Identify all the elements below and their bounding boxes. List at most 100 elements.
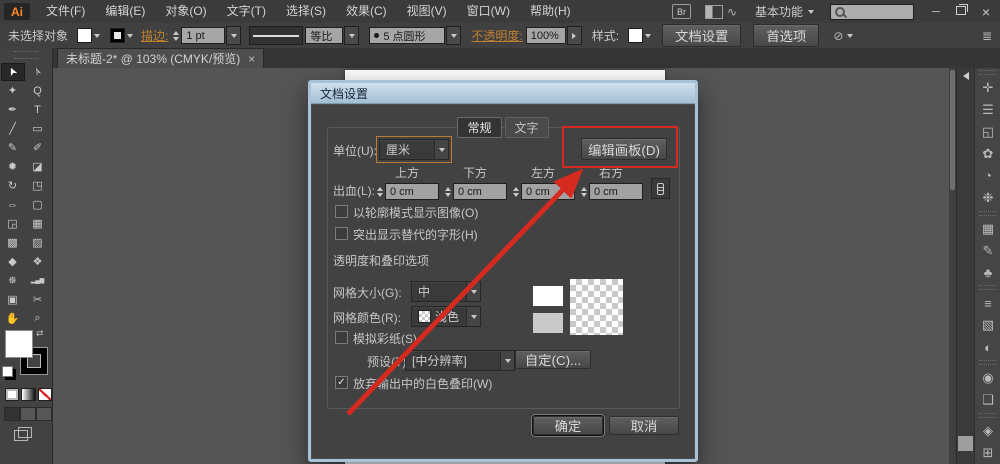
- tools-panel-grip[interactable]: [14, 51, 38, 59]
- fill-color-control[interactable]: [77, 28, 100, 43]
- artboard-tool[interactable]: ▣: [1, 291, 25, 309]
- eraser-tool[interactable]: ◪: [26, 158, 50, 176]
- shape-builder-tool[interactable]: ◲: [1, 215, 25, 233]
- eyedropper-tool[interactable]: ◆: [1, 253, 25, 271]
- ok-button[interactable]: 确定: [533, 416, 603, 435]
- lasso-tool[interactable]: Q: [26, 82, 50, 100]
- stroke-weight-dropdown[interactable]: [226, 26, 241, 45]
- vertical-scrollbar[interactable]: [949, 68, 956, 464]
- menubar-menu-7[interactable]: 窗口(W): [457, 0, 520, 23]
- bleed-bottom-input[interactable]: 0 cm: [453, 183, 507, 200]
- blend-tool[interactable]: ❖: [26, 253, 50, 271]
- symbols-panel-icon[interactable]: ♣: [976, 261, 1000, 283]
- hand-tool[interactable]: ✋: [1, 310, 25, 328]
- artboards-panel-icon[interactable]: ⊞: [976, 442, 1000, 464]
- opacity-dropdown[interactable]: [567, 26, 582, 45]
- discard-white-overprint-checkbox[interactable]: ✓: [335, 376, 348, 389]
- default-fill-stroke-icon[interactable]: [2, 366, 13, 377]
- blob-brush-tool[interactable]: ✹: [1, 158, 25, 176]
- menubar-menu-8[interactable]: 帮助(H): [520, 0, 581, 23]
- stroke-profile-dropdown[interactable]: [344, 26, 359, 45]
- style-control[interactable]: [628, 28, 651, 43]
- opacity-link[interactable]: 不透明度:: [471, 27, 522, 44]
- cancel-button[interactable]: 取消: [609, 416, 679, 435]
- arrange-documents-icon[interactable]: [705, 5, 723, 19]
- rotate-tool[interactable]: ↻: [1, 177, 25, 195]
- pathfinder-panel-icon[interactable]: ◱: [976, 121, 1000, 143]
- stroke-color-control[interactable]: [110, 28, 133, 43]
- bleed-bottom-stepper[interactable]: [445, 187, 451, 197]
- tab-close-icon[interactable]: ×: [248, 52, 255, 66]
- mesh-tool[interactable]: ▩: [1, 234, 25, 252]
- symbol-sprayer-tool[interactable]: ✵: [1, 272, 25, 290]
- gradient-panel-icon[interactable]: ◔: [976, 165, 1000, 187]
- grid-size-dropdown[interactable]: 中: [411, 281, 481, 302]
- cs-live-icon[interactable]: ∿: [727, 5, 737, 19]
- color-mode-button[interactable]: [5, 388, 19, 401]
- none-mode-button[interactable]: [38, 388, 52, 401]
- bridge-icon[interactable]: Br: [672, 4, 691, 19]
- screen-mode-button[interactable]: [14, 429, 52, 444]
- unit-dropdown[interactable]: 厘米: [379, 139, 449, 160]
- bleed-left-input[interactable]: 0 cm: [521, 183, 575, 200]
- rectangle-tool[interactable]: ▭: [26, 120, 50, 138]
- preferences-button[interactable]: 首选项: [753, 24, 819, 47]
- color-guide-panel-icon[interactable]: ❉: [976, 187, 1000, 209]
- bleed-top-stepper[interactable]: [377, 187, 383, 197]
- minimize-button[interactable]: ─: [932, 6, 940, 18]
- menubar-menu-6[interactable]: 视图(V): [397, 0, 457, 23]
- workspace-switcher[interactable]: 基本功能: [755, 3, 814, 20]
- pen-tool[interactable]: ✒: [1, 101, 25, 119]
- menubar-menu-5[interactable]: 效果(C): [336, 0, 397, 23]
- outline-mode-checkbox[interactable]: [335, 205, 348, 218]
- bleed-right-stepper[interactable]: [581, 187, 587, 197]
- draw-normal-button[interactable]: [4, 407, 20, 421]
- scale-tool[interactable]: ◳: [26, 177, 50, 195]
- stroke-weight-input[interactable]: 1 pt: [181, 27, 225, 44]
- column-graph-tool[interactable]: ▂▄▆: [26, 272, 50, 290]
- type-tool[interactable]: T: [26, 101, 50, 119]
- menubar-menu-3[interactable]: 文字(T): [217, 0, 276, 23]
- menubar-menu-2[interactable]: 对象(O): [155, 0, 216, 23]
- gradient-tool[interactable]: ▨: [26, 234, 50, 252]
- document-tab[interactable]: 未标题-2* @ 103% (CMYK/预览) ×: [57, 48, 264, 68]
- search-input[interactable]: [830, 4, 914, 20]
- draw-behind-button[interactable]: [20, 407, 36, 421]
- simulate-paper-checkbox[interactable]: [335, 331, 348, 344]
- menubar-menu-4[interactable]: 选择(S): [276, 0, 336, 23]
- transparency-panel-icon[interactable]: ◐: [976, 336, 1000, 358]
- fill-color-box[interactable]: [5, 330, 33, 358]
- stroke-panel-icon[interactable]: ≡: [976, 292, 1000, 314]
- brush-dropdown[interactable]: [446, 26, 461, 45]
- edit-artboards-button[interactable]: 编辑画板(D): [581, 138, 667, 160]
- color-panel-icon[interactable]: ✿: [976, 143, 1000, 165]
- bleed-left-stepper[interactable]: [513, 187, 519, 197]
- direct-selection-tool[interactable]: ➢: [26, 63, 50, 81]
- draw-inside-button[interactable]: [36, 407, 52, 421]
- expand-panels-icon[interactable]: [963, 72, 969, 80]
- perspective-grid-tool[interactable]: ▦: [26, 215, 50, 233]
- line-segment-tool[interactable]: ╱: [1, 120, 25, 138]
- bleed-top-input[interactable]: 0 cm: [385, 183, 439, 200]
- link-bleed-button[interactable]: [651, 178, 670, 199]
- swap-fill-stroke-icon[interactable]: ⇄: [36, 328, 44, 339]
- stroke-weight-stepper[interactable]: [173, 31, 179, 41]
- layers-panel-icon[interactable]: ◈: [976, 420, 1000, 442]
- grid-color-dropdown[interactable]: 浅色: [411, 306, 481, 327]
- zoom-tool[interactable]: ⌕: [26, 310, 50, 328]
- document-setup-button[interactable]: 文档设置: [662, 24, 741, 47]
- dialog-title-bar[interactable]: 文档设置: [311, 83, 695, 104]
- paintbrush-tool[interactable]: ✎: [1, 139, 25, 157]
- tab-general[interactable]: 常规: [457, 117, 501, 138]
- custom-preset-button[interactable]: 自定(C)...: [515, 350, 591, 369]
- opacity-input[interactable]: 100%: [526, 27, 566, 44]
- substituted-glyphs-checkbox[interactable]: [335, 227, 348, 240]
- menubar-menu-1[interactable]: 编辑(E): [95, 0, 155, 23]
- swatches-panel-icon[interactable]: ▦: [976, 218, 1000, 240]
- appearance-panel-icon[interactable]: ◉: [976, 367, 1000, 389]
- gradient-swatch-panel-icon[interactable]: ▧: [976, 314, 1000, 336]
- free-transform-tool[interactable]: ▢: [26, 196, 50, 214]
- gradient-mode-button[interactable]: [21, 388, 35, 401]
- stroke-profile-value[interactable]: 等比: [305, 27, 343, 44]
- preset-dropdown[interactable]: [中分辨率]: [405, 350, 515, 371]
